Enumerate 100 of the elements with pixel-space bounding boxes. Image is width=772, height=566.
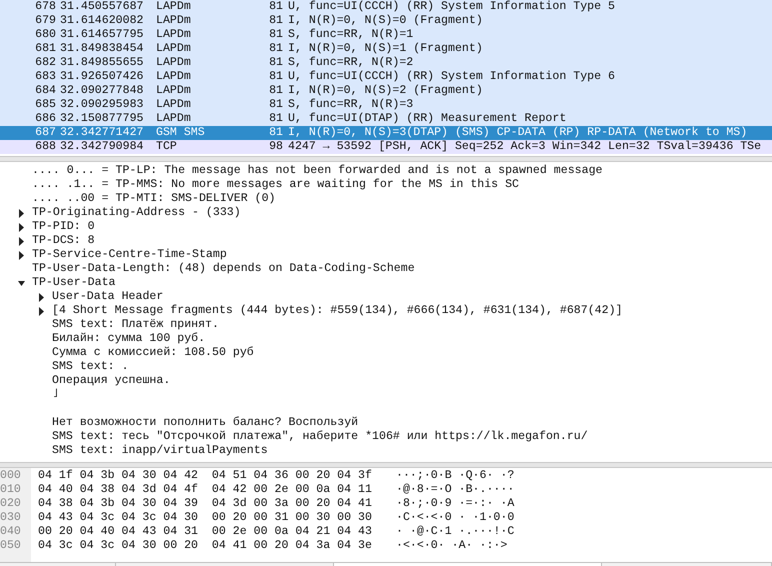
hex-bytes: 00 20 04 40 04 43 04 31 00 2e 00 0a 04 21 04 43: [38, 525, 373, 539]
tree-item[interactable]: SMS text: .: [52, 360, 129, 374]
packet-time: 31.849855655: [60, 56, 144, 70]
packet-length: 81: [268, 70, 283, 84]
packet-protocol: TCP: [156, 140, 178, 154]
packet-info: I, N(R)=0, N(S)=0 (Fragment): [288, 14, 483, 28]
packet-length: 81: [268, 126, 283, 140]
packet-row[interactable]: 680 31.614657795 LAPDm 81 S, func=RR, N(R)=1: [0, 28, 772, 42]
hex-bytes: 04 3c 04 3c 04 30 00 20 04 41 00 20 04 3a 04 3e: [38, 539, 373, 553]
packet-length: 81: [268, 84, 283, 98]
packet-number: 682: [34, 56, 56, 70]
expand-arrow-icon[interactable]: [38, 292, 45, 302]
packet-info: S, func=RR, N(R)=3: [288, 98, 414, 112]
tree-item[interactable]: Нет возможности пополнить баланс? Воспользуй: [52, 416, 358, 430]
packet-time: 31.450557687: [60, 0, 144, 14]
tree-item[interactable]: Операция успешна.: [52, 374, 170, 388]
packet-protocol: LAPDm: [156, 28, 192, 42]
packet-row[interactable]: 683 31.926507426 LAPDm 81 U, func=UI(CCCH) (RR) System Information Type 6: [0, 70, 772, 84]
packet-length: 81: [268, 42, 283, 56]
byte-offset: 040: [0, 525, 22, 539]
packet-info: S, func=RR, N(R)=1: [288, 28, 414, 42]
ascii-bytes: ···;·0·B ·Q·6· ·?: [396, 469, 514, 483]
tree-item[interactable]: SMS text: тесь "Отсрочкой платежа", наберите *106# или https://lk.megafon.ru/: [52, 430, 588, 444]
packet-time: 32.090295983: [60, 98, 144, 112]
packet-time: 32.150877795: [60, 112, 144, 126]
packet-length: 81: [268, 0, 283, 14]
hex-bytes: 04 1f 04 3b 04 30 04 42 04 51 04 36 00 20 04 3f: [38, 469, 373, 483]
packet-number: 679: [34, 14, 56, 28]
tree-item[interactable]: Сумма с комиссией: 108.50 руб: [52, 346, 254, 360]
tree-item[interactable]: SMS text: Платёж принят.: [52, 318, 219, 332]
packet-info: S, func=RR, N(R)=2: [288, 56, 414, 70]
packet-protocol: GSM SMS: [156, 126, 206, 140]
tree-item[interactable]: User-Data Header: [52, 290, 164, 304]
packet-time: 31.926507426: [60, 70, 144, 84]
tree-item[interactable]: TP-User-Data-Length: (48) depends on Data-Coding-Scheme: [32, 262, 415, 276]
packet-length: 81: [268, 56, 283, 70]
packet-length: 81: [268, 28, 283, 42]
packet-row[interactable]: 679 31.614620082 LAPDm 81 I, N(R)=0, N(S)=0 (Fragment): [0, 14, 772, 28]
packet-row[interactable]: 682 31.849855655 LAPDm 81 S, func=RR, N(R)=2: [0, 56, 772, 70]
packet-time: 32.342790984: [60, 140, 144, 154]
tree-item[interactable]: SMS text: inapp/virtualPayments: [52, 444, 268, 458]
packet-info: I, N(R)=0, N(S)=2 (Fragment): [288, 84, 483, 98]
packet-info: U, func=UI(CCCH) (RR) System Information Type 5: [288, 0, 615, 14]
byte-offset: 030: [0, 511, 22, 525]
ascii-bytes: ·<·<·0· ·A· ·:·>: [396, 539, 508, 553]
packet-length: 81: [268, 112, 283, 126]
packet-protocol: LAPDm: [156, 42, 192, 56]
expand-arrow-icon[interactable]: [18, 222, 25, 232]
packet-length: 81: [268, 14, 283, 28]
packet-time: 32.342771427: [60, 126, 144, 140]
packet-time: 31.614657795: [60, 28, 144, 42]
packet-protocol: LAPDm: [156, 112, 192, 126]
tree-item[interactable]: ˩: [52, 388, 59, 402]
packet-info: 4247 → 53592 [PSH, ACK] Seq=252 Ack=3 Win=342 Len=32 TSval=39436 TSe: [288, 140, 762, 154]
packet-info: U, func=UI(DTAP) (RR) Measurement Report: [288, 112, 566, 126]
ascii-bytes: ·8·;·0·9 ·=·:· ·A: [396, 497, 514, 511]
ascii-bytes: · ·@·C·1 ·.···!·C: [396, 525, 514, 539]
packet-protocol: LAPDm: [156, 70, 192, 84]
tree-item[interactable]: .... 0... = TP-LP: The message has not been forwarded and is not a spawned message: [32, 164, 603, 178]
tree-item[interactable]: TP-DCS: 8: [32, 234, 95, 248]
hex-bytes: 04 43 04 3c 04 3c 04 30 00 20 00 31 00 30 00 30: [38, 511, 373, 525]
packet-number: 680: [34, 28, 56, 42]
packet-number: 686: [34, 112, 56, 126]
packet-row[interactable]: 687 32.342771427 GSM SMS 81 I, N(R)=0, N(S)=3(DTAP) (SMS) CP-DATA (RP) RP-DATA (Network to MS): [0, 126, 772, 140]
tree-item[interactable]: TP-Service-Centre-Time-Stamp: [32, 248, 227, 262]
packet-number: 687: [34, 126, 56, 140]
hex-bytes: 04 40 04 38 04 3d 04 4f 04 42 00 2e 00 0a 04 11: [38, 483, 373, 497]
byte-offset: 010: [0, 483, 22, 497]
collapse-arrow-icon[interactable]: [18, 278, 25, 288]
ascii-bytes: ·@·8·=·O ·B·.····: [396, 483, 514, 497]
packet-protocol: LAPDm: [156, 14, 192, 28]
packet-number: 688: [34, 140, 56, 154]
tree-item[interactable]: .... ..00 = TP-MTI: SMS-DELIVER (0): [32, 192, 276, 206]
tree-item[interactable]: Билайн: сумма 100 руб.: [52, 332, 206, 346]
packet-protocol: LAPDm: [156, 56, 192, 70]
tree-item[interactable]: TP-Originating-Address - (333): [32, 206, 241, 220]
packet-number: 685: [34, 98, 56, 112]
packet-row[interactable]: 678 31.450557687 LAPDm 81 U, func=UI(CCCH) (RR) System Information Type 5: [0, 0, 772, 14]
expand-arrow-icon[interactable]: [38, 306, 45, 316]
byte-offset: 000: [0, 469, 22, 483]
packet-protocol: LAPDm: [156, 84, 192, 98]
packet-row[interactable]: 685 32.090295983 LAPDm 81 S, func=RR, N(R)=3: [0, 98, 772, 112]
byte-offset: 020: [0, 497, 22, 511]
packet-time: 32.090277848: [60, 84, 144, 98]
expand-arrow-icon[interactable]: [18, 208, 25, 218]
packet-row[interactable]: 688 32.342790984 TCP 98 4247 → 53592 [PSH, ACK] Seq=252 Ack=3 Win=342 Len=32 TSval=39436 TSe: [0, 140, 772, 154]
ascii-bytes: ·C·<·<·0 · ·1·0·0: [396, 511, 514, 525]
expand-arrow-icon[interactable]: [18, 250, 25, 260]
packet-time: 31.614620082: [60, 14, 144, 28]
tree-item[interactable]: TP-User-Data: [32, 276, 116, 290]
packet-row[interactable]: 681 31.849838454 LAPDm 81 I, N(R)=0, N(S)=1 (Fragment): [0, 42, 772, 56]
packet-number: 684: [34, 84, 56, 98]
expand-arrow-icon[interactable]: [18, 236, 25, 246]
packet-row[interactable]: 686 32.150877795 LAPDm 81 U, func=UI(DTAP) (RR) Measurement Report: [0, 112, 772, 126]
packet-info: I, N(R)=0, N(S)=3(DTAP) (SMS) CP-DATA (RP) RP-DATA (Network to MS): [288, 126, 748, 140]
packet-info: U, func=UI(CCCH) (RR) System Information Type 6: [288, 70, 615, 84]
tree-item[interactable]: [4 Short Message fragments (444 bytes): #559(134), #666(134), #631(134), #687(42)]: [52, 304, 623, 318]
tree-item[interactable]: TP-PID: 0: [32, 220, 95, 234]
tree-item[interactable]: .... .1.. = TP-MMS: No more messages are waiting for the MS in this SC: [32, 178, 520, 192]
packet-row[interactable]: 684 32.090277848 LAPDm 81 I, N(R)=0, N(S)=2 (Fragment): [0, 84, 772, 98]
